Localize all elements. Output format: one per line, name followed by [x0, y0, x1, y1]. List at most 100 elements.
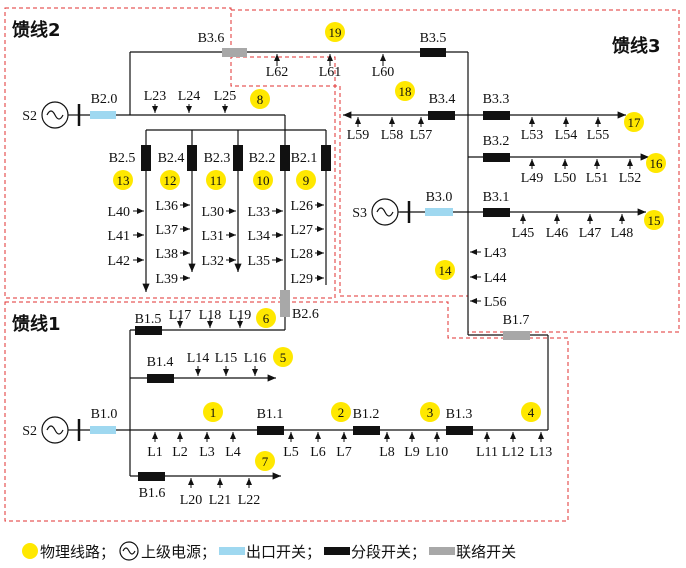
load-label-l26: L26	[290, 199, 313, 214]
switch-label-b1-7: B1.7	[503, 313, 530, 328]
legend-section-switch: 分段开关；	[351, 542, 427, 561]
load-label-l54: L54	[555, 128, 578, 143]
load-label-l25: L25	[214, 89, 237, 104]
switch-label-b2-5: B2.5	[109, 151, 136, 166]
switch-b2-1	[321, 145, 331, 171]
load-label-l61: L61	[319, 65, 342, 80]
load-label-l56: L56	[484, 295, 507, 310]
load-label-l33: L33	[247, 205, 270, 220]
switch-b3-4	[428, 111, 455, 120]
load-label-l49: L49	[521, 171, 544, 186]
load-label-l46: L46	[546, 226, 569, 241]
switch-label-b1-1: B1.1	[257, 407, 284, 422]
switch-b2-6	[280, 290, 290, 317]
switch-label-b1-2: B1.2	[353, 407, 380, 422]
zone-label-feeder3: 馈线3	[612, 35, 661, 57]
load-label-l43: L43	[484, 246, 507, 261]
switch-b3-3	[483, 111, 510, 120]
load-label-l13: L13	[530, 445, 553, 460]
load-label-l30: L30	[201, 205, 224, 220]
source-s3-label: S3	[352, 206, 367, 221]
legend-source-icon	[119, 541, 139, 561]
line-number-text-c17: 17	[628, 115, 642, 130]
load-label-l58: L58	[381, 128, 404, 143]
line-number-text-c4: 4	[528, 405, 535, 420]
load-label-l24: L24	[178, 89, 201, 104]
switch-label-b2-3: B2.3	[204, 151, 231, 166]
switch-label-b1-0: B1.0	[91, 407, 118, 422]
line-number-text-c7: 7	[262, 454, 269, 469]
switch-b1-3	[446, 426, 473, 435]
switch-label-b1-4: B1.4	[147, 355, 174, 370]
load-label-l50: L50	[554, 171, 577, 186]
load-label-l40: L40	[107, 205, 130, 220]
load-label-l21: L21	[209, 493, 232, 508]
load-label-l31: L31	[201, 229, 224, 244]
legend: 物理线路； 上级电源； 出口开关； 分段开关； 联络开关	[20, 540, 518, 562]
load-label-l10: L10	[426, 445, 449, 460]
load-label-l60: L60	[372, 65, 395, 80]
switch-b1-7	[503, 331, 530, 340]
switch-label-b3-5: B3.5	[420, 31, 447, 46]
switch-b1-6	[138, 472, 165, 481]
load-label-l8: L8	[379, 445, 395, 460]
load-label-l5: L5	[283, 445, 299, 460]
switch-label-b3-0: B3.0	[426, 190, 453, 205]
switch-label-b3-6: B3.6	[198, 31, 225, 46]
line-number-text-c16: 16	[650, 156, 664, 171]
legend-outlet-swatch	[219, 547, 246, 555]
switch-b3-6	[222, 48, 247, 57]
switch-label-b1-5: B1.5	[135, 312, 162, 327]
switch-b1-0	[90, 426, 116, 434]
switch-b2-3	[233, 145, 243, 171]
legend-physical-line: 物理线路；	[40, 542, 116, 561]
load-label-l4: L4	[225, 445, 241, 460]
switch-b1-1	[257, 426, 284, 435]
switch-b1-2	[353, 426, 380, 435]
switch-label-b2-4: B2.4	[158, 151, 185, 166]
line-number-text-c8: 8	[257, 92, 264, 107]
line-number-text-c14: 14	[439, 263, 453, 278]
line-number-text-c18: 18	[399, 84, 412, 99]
load-label-l9: L9	[404, 445, 420, 460]
switch-b3-0	[425, 208, 453, 216]
switch-b2-5	[141, 145, 151, 171]
switch-label-b3-4: B3.4	[429, 92, 456, 107]
load-label-l47: L47	[579, 226, 602, 241]
switch-label-b2-1: B2.1	[291, 151, 318, 166]
load-label-l51: L51	[586, 171, 609, 186]
load-label-l35: L35	[247, 254, 270, 269]
switch-b2-0	[90, 111, 116, 119]
load-label-l17: L17	[169, 308, 192, 323]
line-number-text-c2: 2	[338, 405, 345, 420]
load-label-l32: L32	[201, 254, 224, 269]
load-label-l12: L12	[502, 445, 525, 460]
load-label-l14: L14	[187, 351, 210, 366]
load-label-l28: L28	[290, 247, 313, 262]
legend-tie-swatch	[429, 547, 456, 555]
line-number-text-c10: 10	[257, 173, 270, 188]
line-number-text-c6: 6	[263, 311, 270, 326]
zone-label-feeder1: 馈线1	[12, 313, 61, 335]
load-label-l34: L34	[247, 229, 270, 244]
load-label-l41: L41	[107, 229, 130, 244]
load-label-l48: L48	[611, 226, 634, 241]
zone-label-feeder2: 馈线2	[12, 19, 61, 41]
switch-label-b3-2: B3.2	[483, 134, 510, 149]
line-number-text-c1: 1	[210, 405, 217, 420]
load-label-l15: L15	[215, 351, 238, 366]
load-label-l23: L23	[144, 89, 167, 104]
load-label-l7: L7	[336, 445, 352, 460]
switch-label-b2-0: B2.0	[91, 92, 118, 107]
source-s2-feeder1-label: S2	[22, 424, 37, 439]
switch-b2-2	[280, 145, 290, 171]
load-label-l39: L39	[155, 272, 178, 287]
switch-b2-4	[187, 145, 197, 171]
legend-outlet-switch: 出口开关；	[246, 542, 322, 561]
legend-circle-icon	[22, 543, 38, 559]
load-label-l38: L38	[155, 247, 178, 262]
line-number-text-c19: 19	[329, 25, 342, 40]
load-label-l6: L6	[310, 445, 326, 460]
switch-label-b2-2: B2.2	[249, 151, 276, 166]
switch-label-b1-6: B1.6	[139, 486, 166, 501]
